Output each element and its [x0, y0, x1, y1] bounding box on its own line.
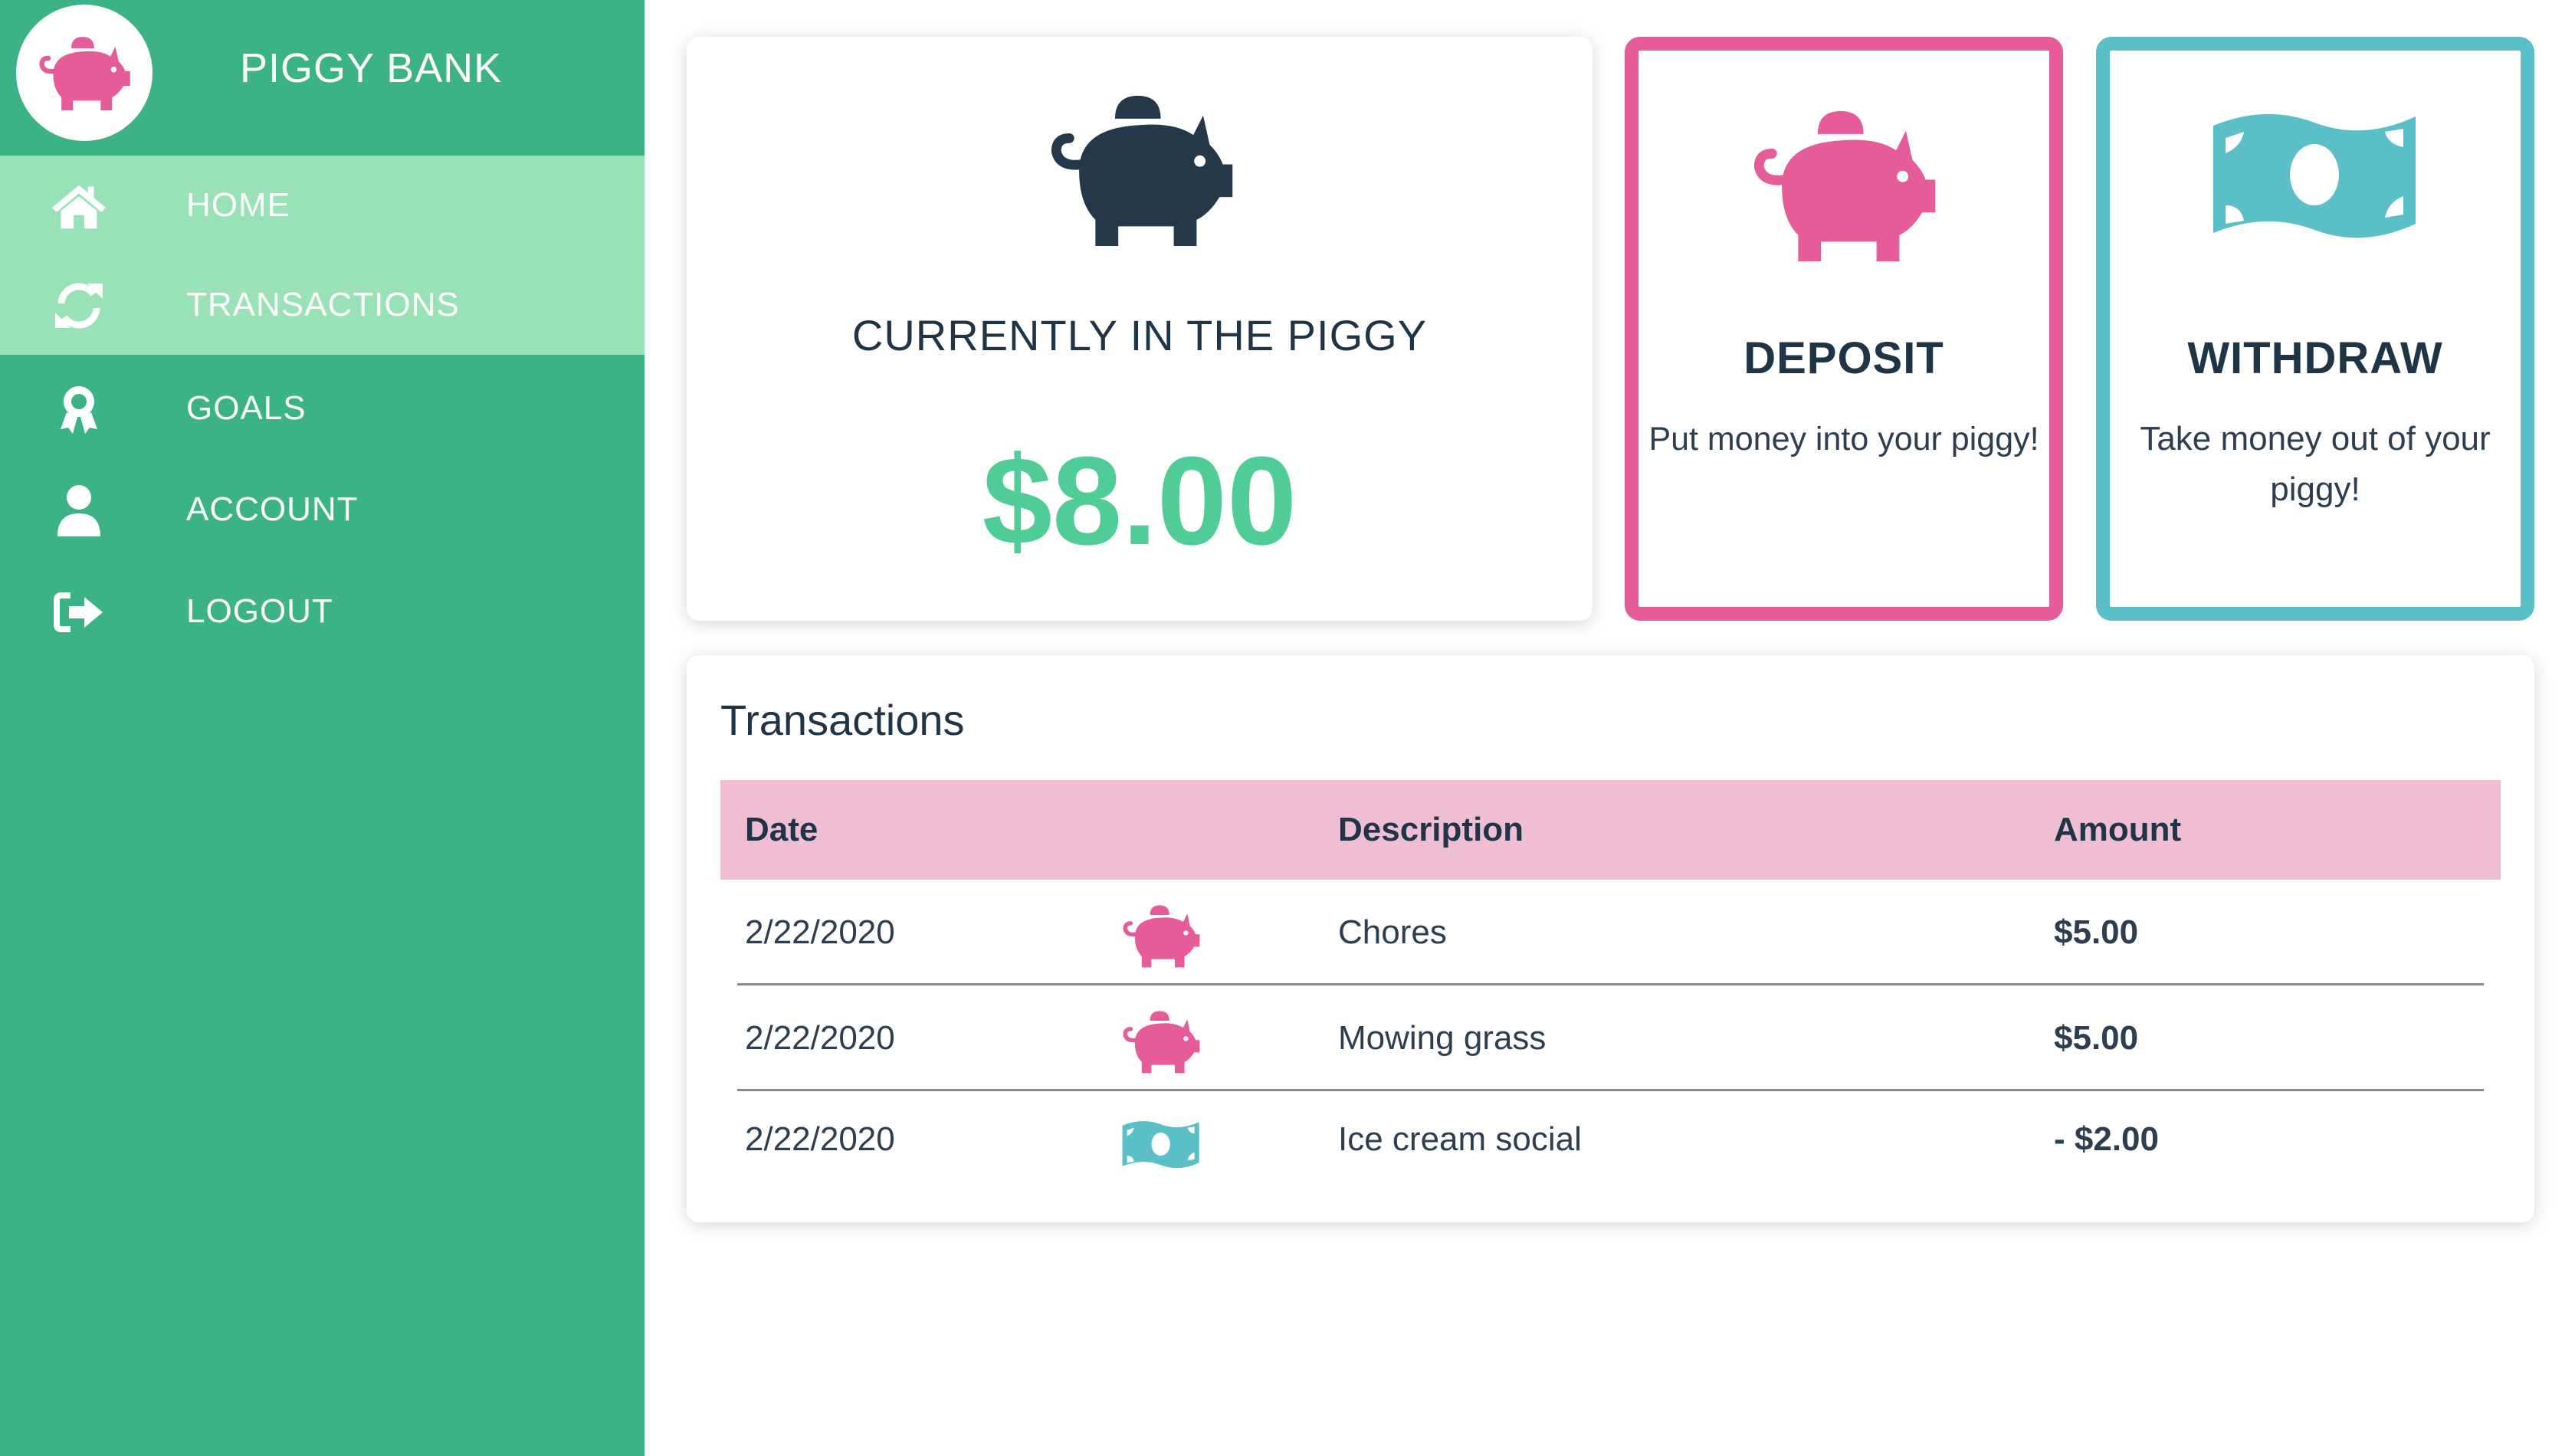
row-date: 2/22/2020 — [745, 1019, 895, 1057]
balance-amount: $8.00 — [982, 431, 1297, 571]
row-amount: $5.00 — [2054, 913, 2139, 951]
sidebar-item-label: LOGOUT — [186, 592, 333, 630]
row-date: 2/22/2020 — [745, 913, 895, 951]
sidebar-item-label: GOALS — [186, 389, 307, 427]
row-description: Mowing grass — [1338, 1019, 1547, 1057]
column-header-date: Date — [745, 811, 818, 848]
sidebar-item-goals[interactable]: GOALS — [0, 359, 645, 458]
deposit-button[interactable]: DEPOSIT Put money into your piggy! — [1625, 37, 2063, 621]
balance-title: CURRENTLY IN THE PIGGY — [851, 311, 1428, 359]
row-amount: $5.00 — [2054, 1019, 2139, 1057]
withdraw-button[interactable]: WITHDRAW Take money out of your piggy! — [2096, 37, 2534, 621]
piggy-bank-icon — [1119, 1007, 1203, 1076]
award-icon — [51, 385, 107, 434]
row-description: Ice cream social — [1338, 1120, 1582, 1158]
piggy-bank-icon — [1043, 83, 1239, 263]
piggy-bank-icon — [1638, 98, 2049, 274]
piggy-bank-icon — [39, 37, 130, 111]
column-header-amount: Amount — [2054, 811, 2182, 848]
brand-header: PIGGY BANK — [0, 0, 645, 156]
table-row[interactable]: 2/22/2020 Chores $5.00 — [720, 880, 2501, 985]
table-header: Date Description Amount — [720, 780, 2501, 880]
transactions-panel: Transactions Date Description Amount 2/2… — [687, 655, 2534, 1222]
row-amount: - $2.00 — [2054, 1120, 2159, 1158]
sidebar: PIGGY BANK HOME TRANSACTIONS GOALS ACCOU… — [0, 0, 645, 1456]
table-row[interactable]: 2/22/2020 Mowing grass $5.00 — [720, 985, 2501, 1091]
money-bill-icon — [2110, 98, 2521, 251]
row-description: Chores — [1338, 913, 1447, 951]
withdraw-title: WITHDRAW — [2187, 333, 2443, 383]
deposit-title: DEPOSIT — [1743, 333, 1944, 383]
logo[interactable] — [16, 5, 153, 141]
home-icon — [51, 182, 107, 231]
balance-card: CURRENTLY IN THE PIGGY $8.00 — [687, 37, 1593, 621]
sidebar-item-account[interactable]: ACCOUNT — [0, 460, 645, 559]
piggy-bank-icon — [1119, 901, 1203, 970]
sidebar-item-transactions[interactable]: TRANSACTIONS — [0, 255, 645, 355]
sidebar-item-label: TRANSACTIONS — [186, 286, 460, 323]
table-row[interactable]: 2/22/2020 Ice cream social - $2.00 — [720, 1091, 2501, 1197]
sidebar-item-home[interactable]: HOME — [0, 156, 645, 255]
withdraw-description: Take money out of your piggy! — [2140, 420, 2491, 508]
user-icon — [51, 485, 107, 536]
app-title: PIGGY BANK — [240, 45, 503, 91]
column-header-description: Description — [1338, 811, 1524, 848]
sidebar-item-logout[interactable]: LOGOUT — [0, 562, 645, 661]
deposit-description: Put money into your piggy! — [1648, 421, 2039, 457]
sidebar-item-label: HOME — [186, 186, 290, 224]
logout-icon — [51, 588, 107, 637]
sidebar-item-label: ACCOUNT — [186, 490, 359, 528]
money-bill-icon — [1119, 1110, 1203, 1179]
row-date: 2/22/2020 — [745, 1120, 895, 1158]
refresh-icon — [51, 281, 107, 330]
transactions-title: Transactions — [720, 696, 965, 744]
